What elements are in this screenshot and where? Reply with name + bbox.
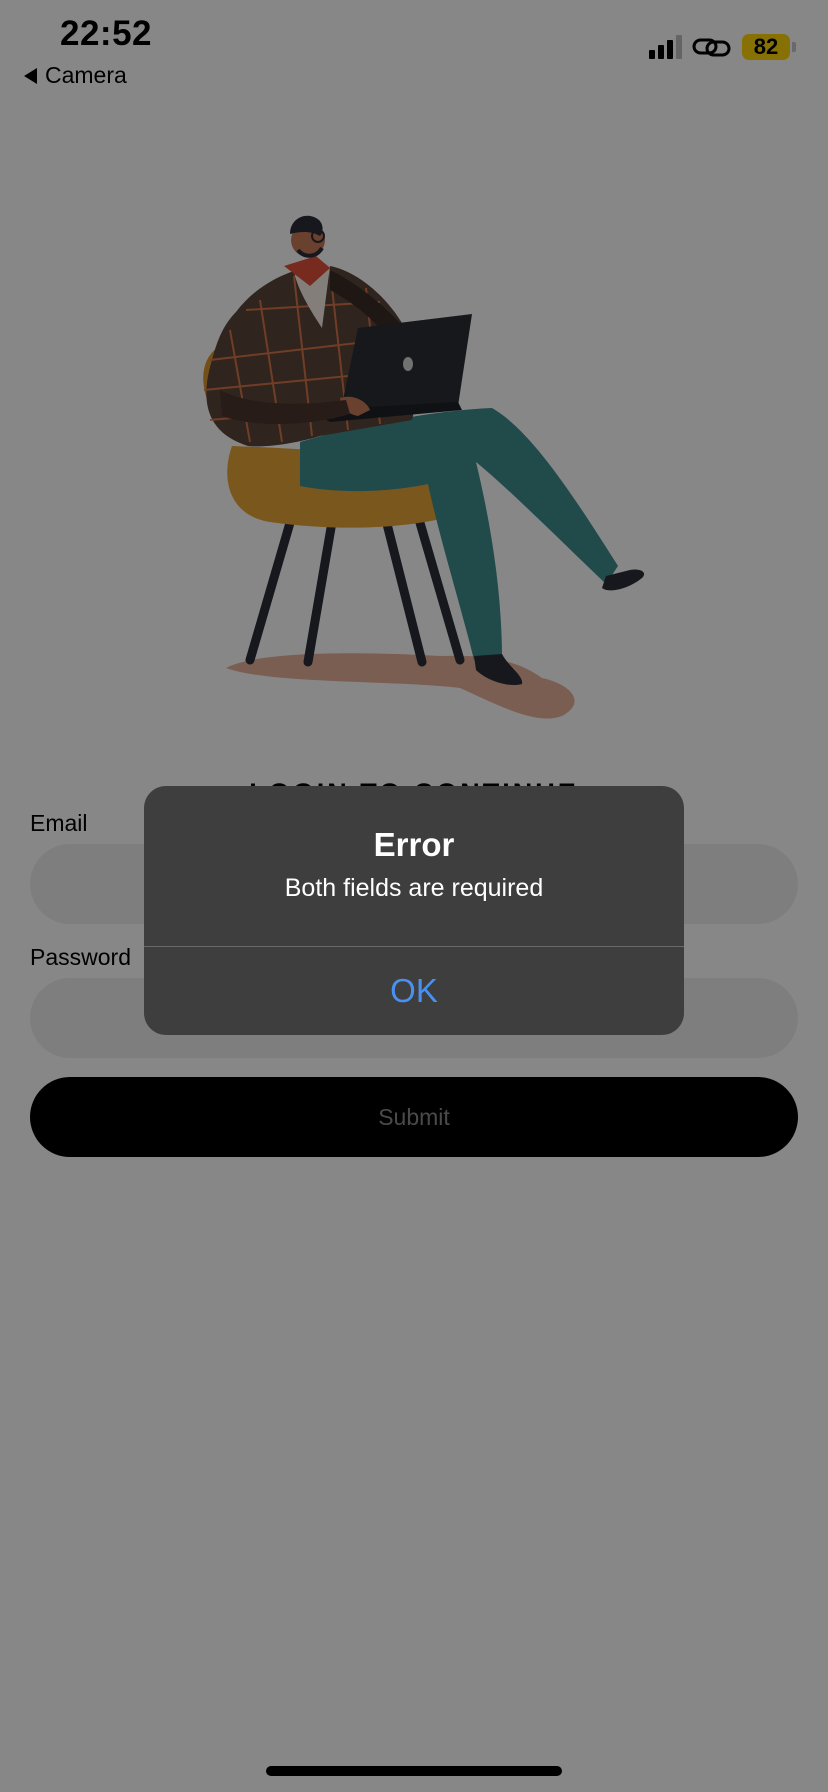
login-screen: 22:52 Camera 82 Email Password Submit Er… xyxy=(0,0,828,1792)
alert-title: Error xyxy=(373,826,455,863)
alert-ok-button[interactable]: OK xyxy=(144,947,684,1035)
alert-message: Both fields are required xyxy=(284,874,544,902)
home-indicator[interactable] xyxy=(266,1766,562,1776)
error-alert: Error Both fields are required OK xyxy=(144,786,684,1035)
